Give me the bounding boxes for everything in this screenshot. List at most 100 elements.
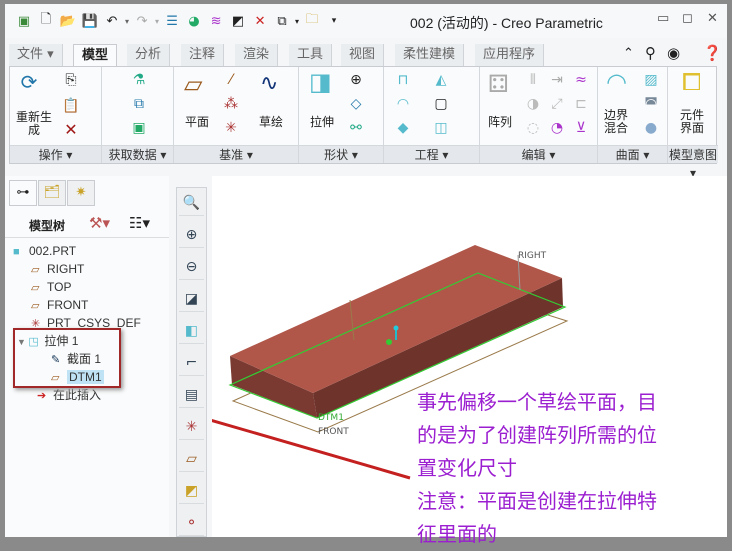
freestyle-icon[interactable]: ●	[642, 119, 660, 137]
intersect-icon[interactable]: ◌	[524, 119, 542, 137]
thicken-icon[interactable]: ⊏	[572, 95, 590, 113]
offset-icon[interactable]: ≈	[572, 71, 590, 89]
plane-button[interactable]: 平面	[180, 113, 214, 130]
spin-center-icon[interactable]: ✳	[179, 414, 204, 440]
rib-icon[interactable]: ◫	[432, 119, 450, 137]
tree-item[interactable]: ■ 002.PRT	[13, 242, 76, 260]
csys-display-icon[interactable]: ⚬	[179, 510, 204, 536]
user-defined-feature-icon[interactable]: ⚗	[130, 71, 148, 89]
extend-icon[interactable]: ⇥	[548, 71, 566, 89]
group-label[interactable]: 形状 ▾	[299, 145, 383, 163]
folder-browser-tab[interactable]: 🗂	[38, 180, 66, 206]
shading-icon[interactable]: ◕	[185, 12, 203, 30]
close-window-icon[interactable]: ✕	[251, 12, 269, 30]
group-label[interactable]: 基准 ▾	[174, 145, 298, 163]
hole-icon[interactable]: ⊓	[394, 71, 412, 89]
tab-flexible-modeling[interactable]: 柔性建模	[395, 44, 465, 66]
undo-icon[interactable]: ↶	[103, 12, 121, 30]
revolve-icon[interactable]: ⊕	[347, 71, 365, 89]
tab-tools[interactable]: 工具	[289, 44, 333, 66]
group-get-data: ⚗ ⧉ ▣ 获取数据 ▾	[102, 67, 174, 163]
saved-views-icon[interactable]: ⌐	[179, 350, 204, 376]
copy-geometry-icon[interactable]: ⧉	[130, 95, 148, 113]
regenerate-icon[interactable]: ☰	[163, 12, 181, 30]
annotation-display-icon[interactable]: ◩	[179, 478, 204, 504]
app-icon[interactable]: ▣	[15, 12, 33, 30]
datum-planes-display-icon[interactable]: ▱	[179, 446, 204, 472]
tab-applications[interactable]: 应用程序	[475, 44, 545, 66]
mirror-icon[interactable]: ⫴	[524, 71, 542, 89]
collapse-ribbon-icon[interactable]: ⌃	[623, 46, 634, 61]
show-icon[interactable]: ☷▾	[129, 214, 150, 232]
annotation-line: 的是为了创建阵列所需的位	[417, 423, 657, 447]
appearance-icon[interactable]: ◩	[229, 12, 247, 30]
draft-icon[interactable]: ◭	[432, 71, 450, 89]
tree-item[interactable]: ▱ TOP	[31, 278, 71, 296]
solidify-icon[interactable]: ⊻	[572, 119, 590, 137]
save-icon[interactable]: 💾	[81, 12, 99, 30]
csys-icon[interactable]: ✳	[222, 119, 240, 137]
round-icon[interactable]: ◠	[394, 95, 412, 113]
redo-icon[interactable]: ↷	[133, 12, 151, 30]
open-icon[interactable]: 📂	[59, 12, 77, 30]
view-manager-icon[interactable]: ▤	[179, 382, 204, 408]
tab-file[interactable]: 文件 ▾	[9, 44, 63, 66]
help-icon[interactable]: ❓	[703, 44, 722, 62]
minimize-button[interactable]: ▭	[657, 11, 669, 26]
group-label[interactable]: 编辑 ▾	[480, 145, 597, 163]
tab-view[interactable]: 视图	[341, 44, 385, 66]
group-label[interactable]: 获取数据 ▾	[102, 145, 173, 163]
pattern-button[interactable]: 阵列	[482, 113, 518, 130]
sketch-button[interactable]: 草绘	[254, 113, 288, 130]
group-label[interactable]: 曲面 ▾	[598, 145, 667, 163]
copy-icon[interactable]: ⎘	[62, 71, 80, 89]
new-icon[interactable]: 🗋	[37, 12, 55, 30]
search-icon[interactable]: ⚲	[645, 44, 656, 62]
tab-annotate[interactable]: 注释	[181, 44, 225, 66]
tab-analysis[interactable]: 分析	[127, 44, 171, 66]
favorites-tab[interactable]: ✷	[67, 180, 95, 206]
group-label[interactable]: 操作 ▾	[10, 145, 101, 163]
point-icon[interactable]: ⁂	[222, 95, 240, 113]
zoom-out-icon[interactable]: ⊖	[179, 254, 204, 280]
zoom-in-icon[interactable]: ⊕	[179, 222, 204, 248]
shell-icon[interactable]: ▢	[432, 95, 450, 113]
group-label[interactable]: 工程 ▾	[384, 145, 479, 163]
tree-item[interactable]: ▱ RIGHT	[31, 260, 84, 278]
component-interface-button[interactable]: 元件界面	[676, 109, 708, 135]
chamfer-icon[interactable]: ◆	[394, 119, 412, 137]
wrap-icon[interactable]: ◔	[548, 119, 566, 137]
community-icon[interactable]: ◉	[667, 44, 680, 62]
tab-render[interactable]: 渲染	[235, 44, 279, 66]
sweep-icon[interactable]: ◇	[347, 95, 365, 113]
fill-icon[interactable]: ▨	[642, 71, 660, 89]
shrinkwrap-icon[interactable]: ▣	[130, 119, 148, 137]
regenerate-button[interactable]: 重新生成	[14, 111, 54, 137]
tree-item[interactable]: ➔ 在此插入	[37, 386, 101, 404]
tree-item[interactable]: ▱ FRONT	[31, 296, 88, 314]
display-style-icon[interactable]: ◧	[179, 318, 204, 344]
project-icon[interactable]: ⤢	[548, 95, 566, 113]
maximize-button[interactable]: ◻	[682, 11, 693, 26]
axis-icon[interactable]: ⁄	[222, 71, 240, 89]
repaint-icon[interactable]: ◪	[179, 286, 204, 312]
extrude-button[interactable]: 拉伸	[305, 113, 339, 130]
boundary-blend-button[interactable]: 边界混合	[602, 109, 630, 135]
swept-blend-icon[interactable]: ⚯	[347, 119, 365, 137]
windows-icon[interactable]: ⧉	[273, 12, 291, 30]
delete-icon[interactable]: ✕	[62, 121, 80, 139]
customize-icon[interactable]: ▾	[325, 12, 343, 30]
group-label[interactable]: 模型意图 ▾	[668, 145, 718, 180]
part-icon: ■	[13, 246, 20, 258]
sketch-display-icon[interactable]: ≋	[207, 12, 225, 30]
merge-icon[interactable]: ◑	[524, 95, 542, 113]
model-tree-header: 模型树 ⚒▾ ☷▾	[5, 212, 169, 238]
model-tree-tab[interactable]: ⊶	[9, 180, 37, 206]
folder-icon[interactable]: 🗀	[303, 12, 321, 30]
settings-icon[interactable]: ⚒▾	[89, 214, 110, 232]
style-icon[interactable]: ◚	[642, 95, 660, 113]
paste-icon[interactable]: 📋	[62, 97, 80, 115]
tab-model[interactable]: 模型	[73, 44, 118, 67]
refit-icon[interactable]: 🔍	[179, 190, 204, 216]
close-button[interactable]: ✕	[707, 11, 718, 26]
